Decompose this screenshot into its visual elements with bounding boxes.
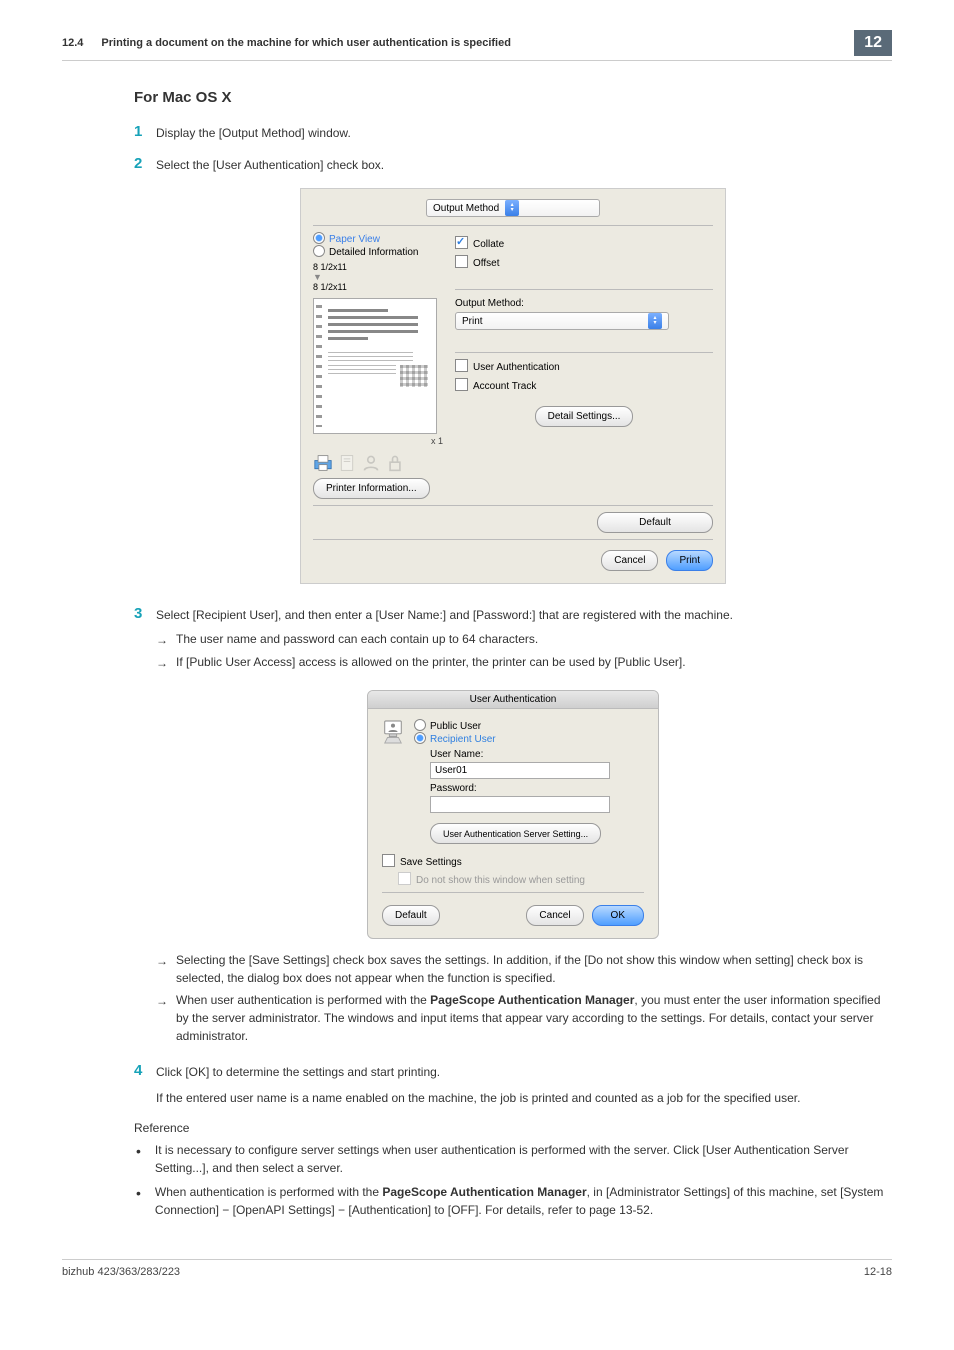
paper-size-label: 8 1/2x11 [313,262,443,272]
section-title: Printing a document on the machine for w… [101,37,844,49]
print-button[interactable]: Print [666,550,713,571]
collate-checkbox[interactable]: Collate [455,236,713,250]
step-extra: If the entered user name is a name enabl… [156,1089,892,1107]
step-number: 3 [134,605,156,622]
reference-heading: Reference [134,1121,892,1135]
offset-checkbox[interactable]: Offset [455,255,713,269]
paper-view-radio[interactable]: Paper View [313,232,443,245]
detail-settings-button[interactable]: Detail Settings... [535,406,634,427]
public-user-radio[interactable]: Public User [414,719,644,732]
account-track-checkbox[interactable]: Account Track [455,378,713,392]
paper-size-label: 8 1/2x11 [313,282,443,292]
paper-preview [313,298,437,434]
select-arrows-icon: ▴▾ [505,200,519,216]
step-number: 1 [134,123,156,140]
server-setting-button[interactable]: User Authentication Server Setting... [430,823,601,844]
step-text: Select the [User Authentication] check b… [156,156,892,174]
password-label: Password: [430,783,644,794]
recipient-user-radio[interactable]: Recipient User [414,732,644,745]
user-authentication-checkbox[interactable]: User Authentication [455,359,713,373]
username-label: User Name: [430,749,644,760]
chapter-tab: 12 [854,30,892,56]
default-button[interactable]: Default [382,905,440,926]
detailed-info-radio[interactable]: Detailed Information [313,245,443,258]
user-authentication-dialog: User Authentication Public User [367,690,659,939]
subheading: For Mac OS X [134,89,892,106]
user-icon [382,719,404,745]
list-item: When user authentication is performed wi… [176,991,892,1045]
list-item: Selecting the [Save Settings] check box … [176,951,892,987]
output-method-select[interactable]: Print ▴▾ [455,312,669,330]
list-item: When authentication is performed with th… [155,1183,892,1219]
copies-label: x 1 [313,436,443,446]
footer-page: 12-18 [864,1266,892,1278]
ok-button[interactable]: OK [592,905,644,926]
select-arrows-icon: ▴▾ [648,313,662,329]
cancel-button[interactable]: Cancel [526,905,583,926]
printer-icon [313,454,333,472]
step-number: 2 [134,155,156,172]
lock-icon [385,454,405,472]
section-number: 12.4 [62,37,83,49]
user-icon [361,454,381,472]
list-item: It is necessary to configure server sett… [155,1141,892,1177]
step-text: Select [Recipient User], and then enter … [156,608,733,622]
cancel-button[interactable]: Cancel [601,550,658,571]
step-number: 4 [134,1062,156,1079]
printer-information-button[interactable]: Printer Information... [313,478,430,499]
output-method-dialog: Output Method ▴▾ Paper View Detailed Inf… [300,188,726,584]
default-button[interactable]: Default [597,512,713,533]
page-icon [337,454,357,472]
username-field[interactable]: User01 [430,762,610,779]
output-method-label: Output Method: [455,298,713,309]
tab-select[interactable]: Output Method ▴▾ [426,199,600,217]
step-text: Click [OK] to determine the settings and… [156,1065,440,1079]
password-field[interactable] [430,796,610,813]
dialog-title: User Authentication [368,691,658,709]
step-text: Display the [Output Method] window. [156,124,892,142]
tab-select-label: Output Method [433,203,499,214]
list-item: The user name and password can each cont… [176,630,538,648]
save-settings-checkbox[interactable]: Save Settings [382,854,644,868]
no-show-checkbox: Do not show this window when setting [398,872,644,886]
footer-model: bizhub 423/363/283/223 [62,1266,180,1278]
list-item: If [Public User Access] access is allowe… [176,653,686,671]
